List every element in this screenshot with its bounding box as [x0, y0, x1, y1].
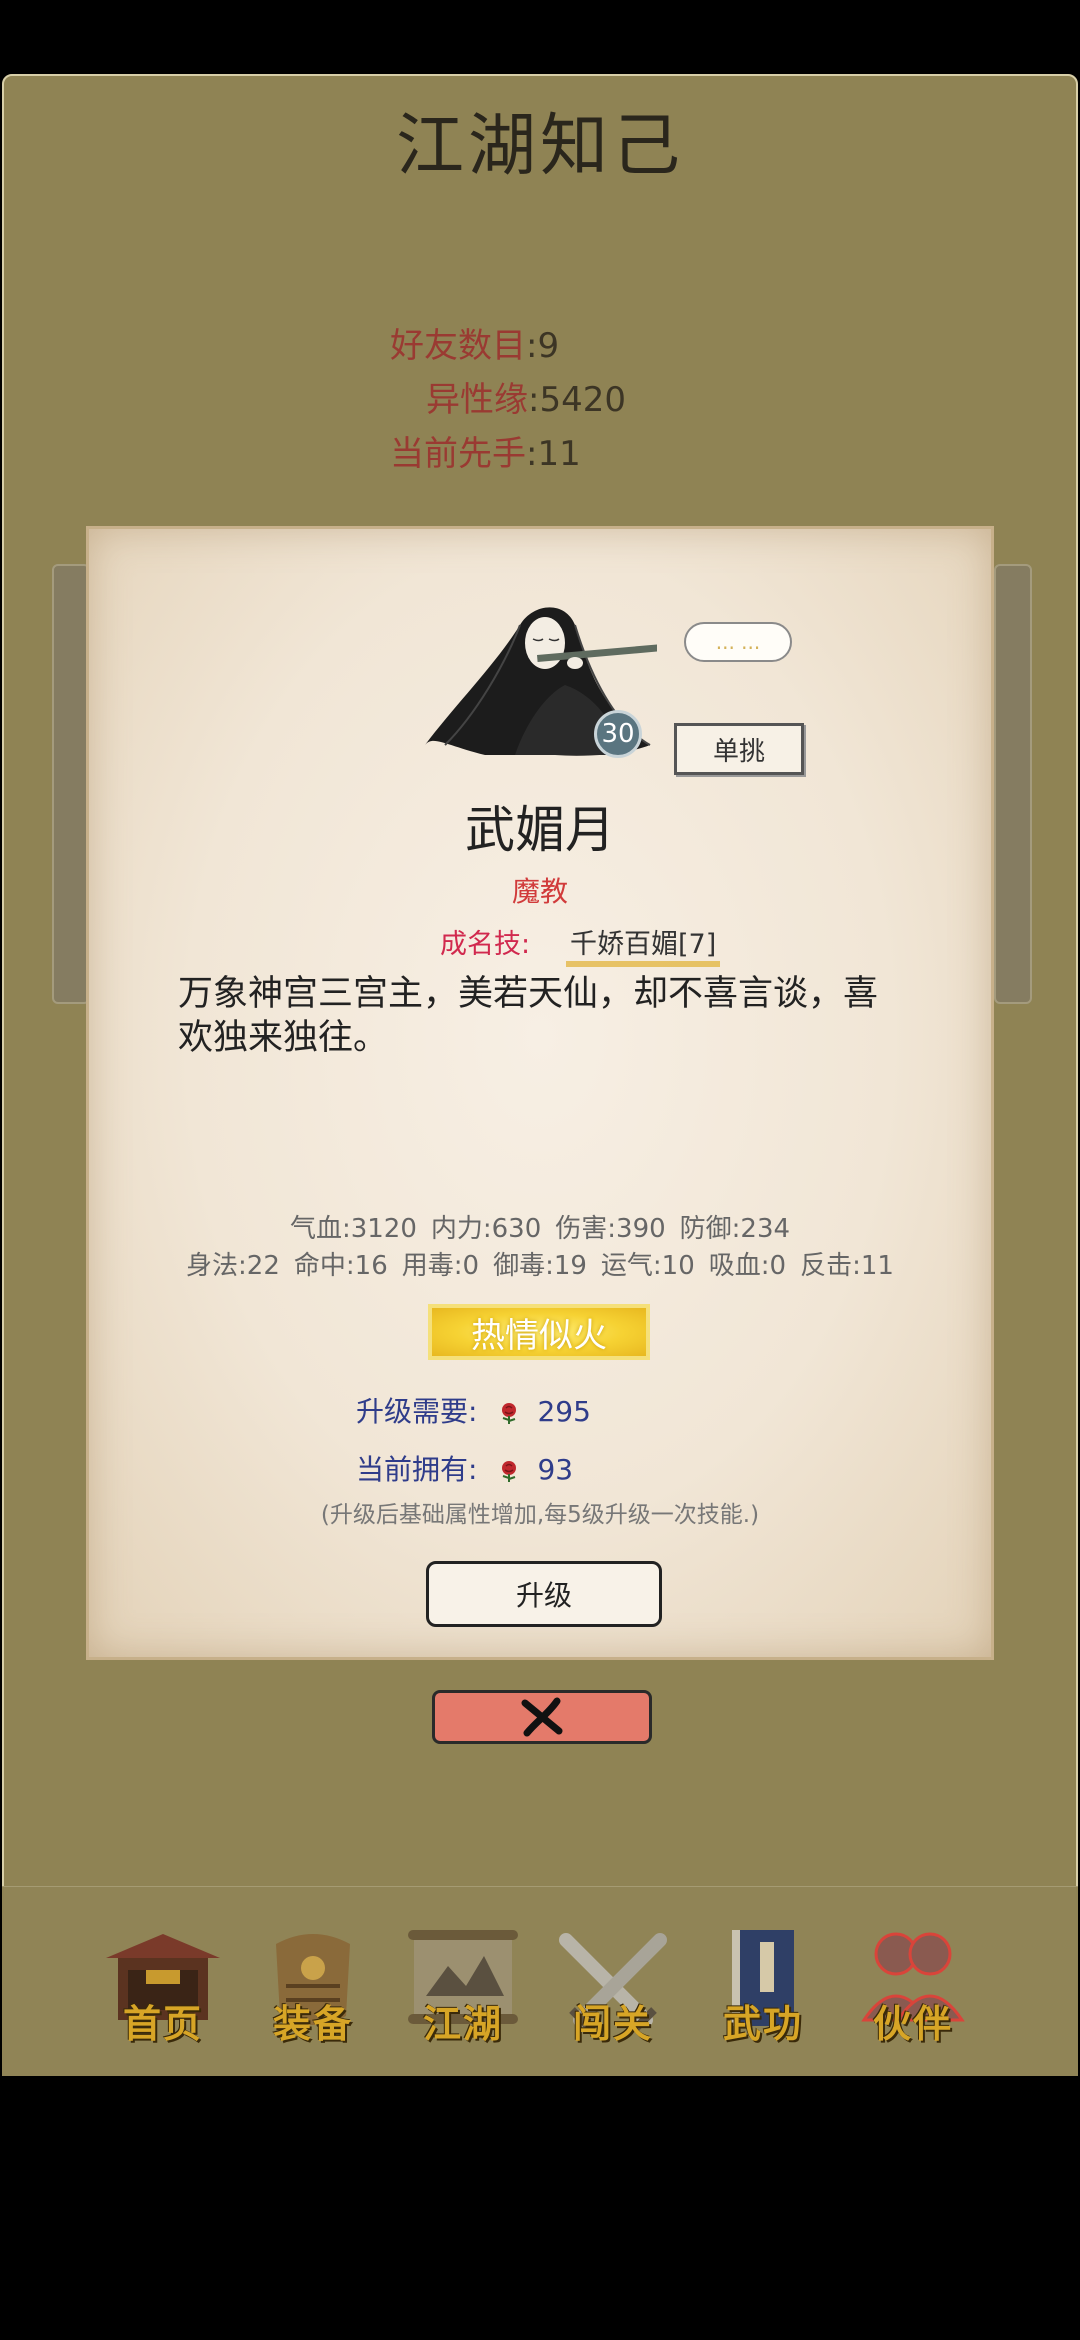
page-title: 江湖知己	[395, 107, 684, 186]
rose-icon	[502, 1403, 517, 1424]
character-description: 万象神宫三宫主，美若天仙，却不喜言谈，喜欢独来独往。	[178, 974, 879, 1058]
character-name: 武媚月	[465, 801, 615, 859]
close-icon	[521, 1697, 563, 1737]
upgrade-need-value: 295	[537, 1395, 591, 1428]
upgrade-need-label: 升级需要:	[356, 1395, 478, 1428]
nav-challenge-label: 闯关	[572, 2001, 653, 2046]
nav-equipment[interactable]: 装备	[246, 1916, 380, 2050]
character-stats-row1: 气血:3120 内力:630 伤害:390 防御:234	[0, 1208, 1080, 1245]
stat-accuracy: 命中:16	[293, 1251, 388, 1281]
stat-lifesteal: 吸血:0	[708, 1251, 787, 1281]
stat-hp: 气血:3120	[289, 1214, 417, 1244]
friends-count: 好友数目:9	[390, 326, 560, 366]
close-button[interactable]	[432, 1690, 652, 1744]
stat-poison-resist: 御毒:19	[493, 1251, 587, 1281]
first-hand-value: 11	[537, 434, 581, 474]
first-hand-label: 当前先手	[390, 434, 526, 474]
background-panel-left	[52, 564, 90, 1004]
upgrade-have-label: 当前拥有:	[356, 1453, 478, 1486]
duel-button[interactable]: 单挑	[674, 723, 804, 775]
stat-defense: 防御:234	[679, 1214, 791, 1244]
nav-equipment-label: 装备	[272, 2001, 353, 2046]
first-hand-count: 当前先手:11	[390, 434, 581, 474]
upgrade-requirement: 升级需要: 295	[356, 1390, 591, 1430]
signature-skill-label: 成名技:	[440, 929, 531, 960]
nav-martial-arts-label: 武功	[722, 2001, 803, 2046]
nav-challenge[interactable]: 闯关	[546, 1916, 680, 2050]
friends-value: 9	[537, 326, 560, 366]
affinity-label: 异性缘	[426, 380, 528, 420]
stat-poison: 用毒:0	[401, 1251, 480, 1281]
affinity-value: 5420	[539, 380, 626, 420]
nav-companions[interactable]: 伙伴	[846, 1916, 980, 2050]
nav-jianghu[interactable]: 江湖	[396, 1916, 530, 2050]
stat-luck: 运气:10	[600, 1251, 695, 1281]
relationship-status-badge: 热情似火	[428, 1304, 650, 1360]
stat-agility: 身法:22	[186, 1251, 280, 1281]
rose-icon	[502, 1461, 517, 1482]
signature-skill-name[interactable]: 千娇百媚[7]	[566, 922, 721, 967]
upgrade-owned: 当前拥有: 93	[356, 1448, 573, 1488]
nav-companions-label: 伙伴	[872, 2001, 953, 2046]
stat-internal-power: 内力:630	[430, 1214, 542, 1244]
nav-martial-arts[interactable]: 武功	[696, 1916, 830, 2050]
level-badge: 30	[594, 710, 642, 758]
friends-label: 好友数目	[390, 326, 526, 366]
upgrade-note: (升级后基础属性增加,每5级升级一次技能.)	[320, 1502, 760, 1528]
upgrade-button[interactable]: 升级	[426, 1561, 662, 1627]
affinity-count: 异性缘:5420	[426, 380, 626, 420]
character-stats-row2: 身法:22 命中:16 用毒:0 御毒:19 运气:10 吸血:0 反击:11	[0, 1245, 1080, 1282]
character-sect: 魔教	[511, 875, 568, 908]
background-panel-right	[994, 564, 1032, 1004]
nav-jianghu-label: 江湖	[422, 2001, 503, 2046]
stat-counter: 反击:11	[800, 1251, 894, 1281]
stat-damage: 伤害:390	[555, 1214, 666, 1244]
nav-home[interactable]: 首页	[96, 1916, 230, 2050]
nav-home-label: 首页	[122, 2001, 203, 2046]
speech-bubble: ... ...	[684, 622, 792, 662]
upgrade-have-value: 93	[537, 1453, 574, 1486]
